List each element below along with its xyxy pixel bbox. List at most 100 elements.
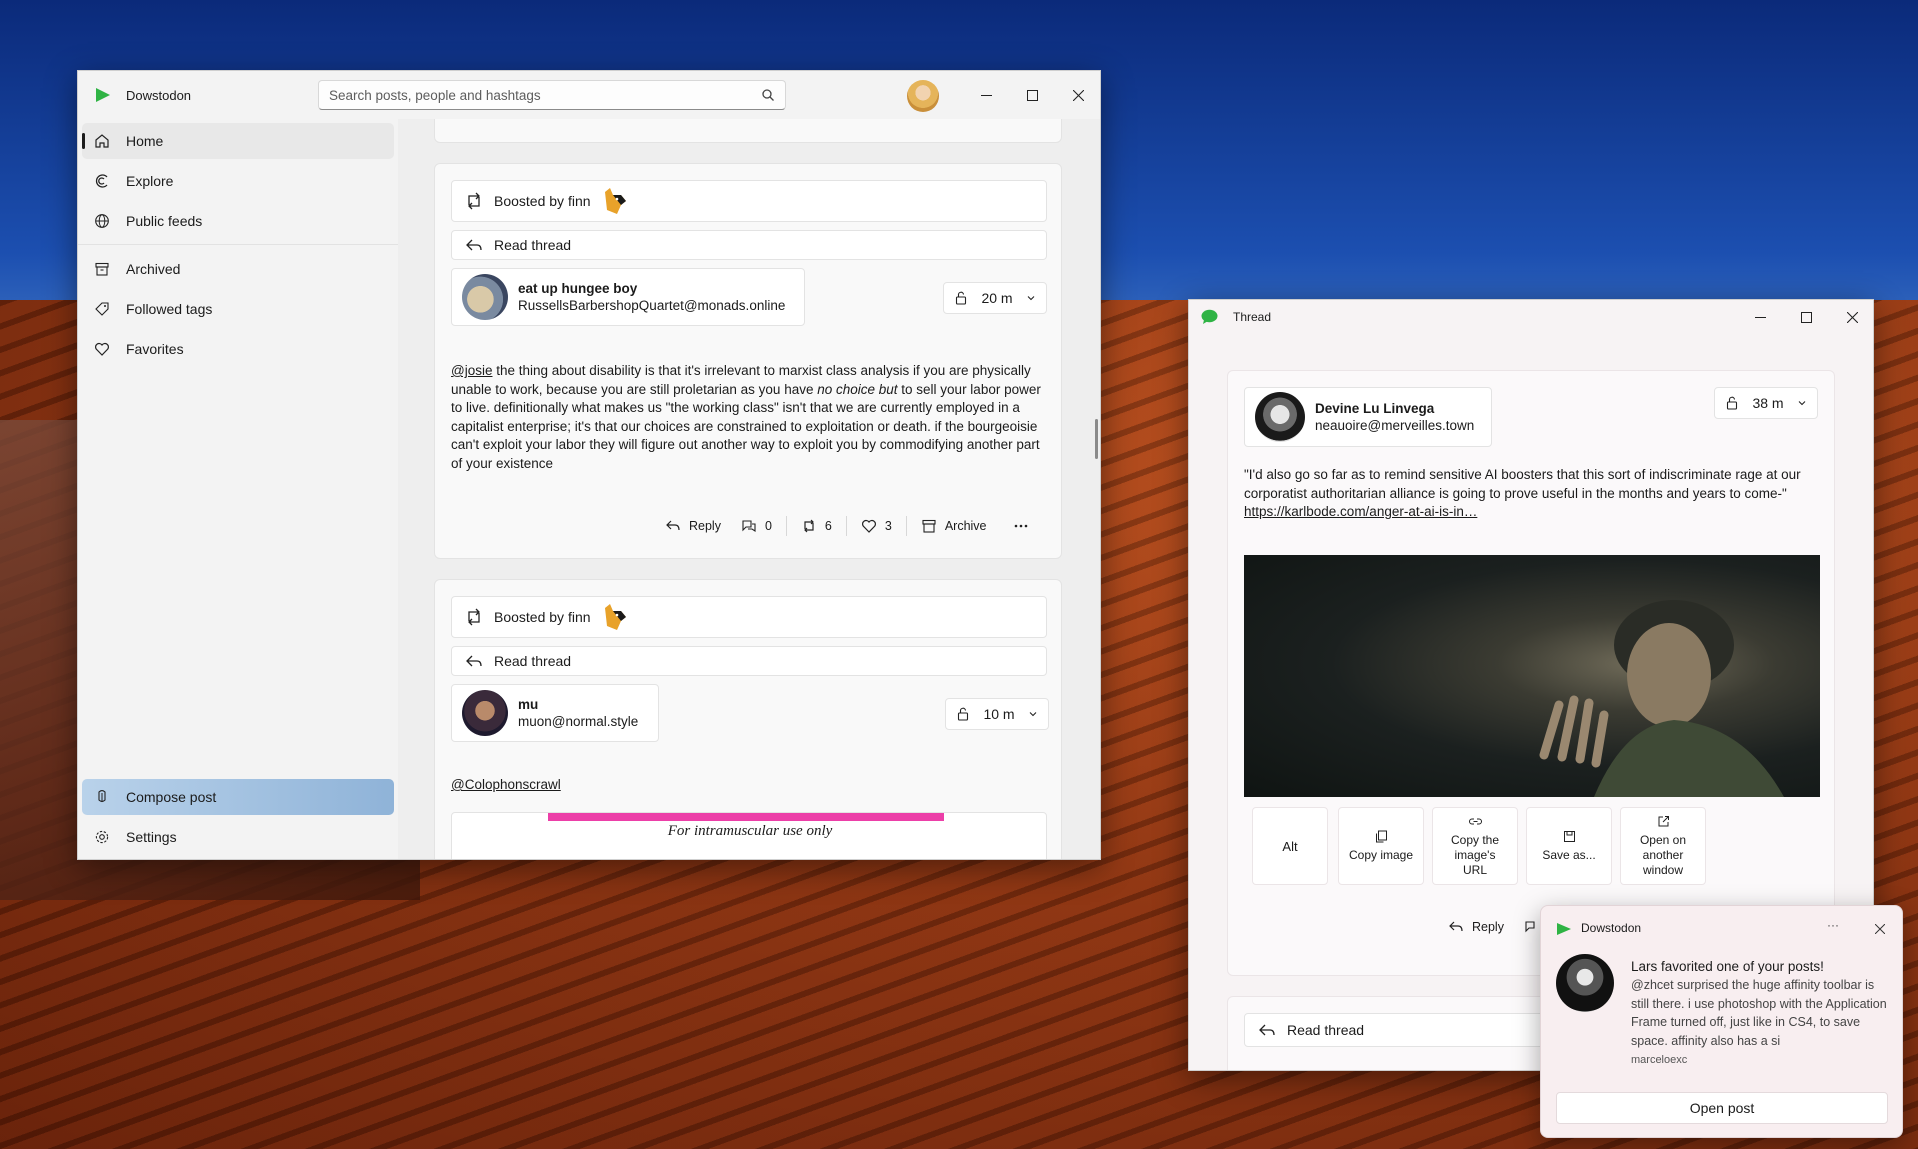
save-as-label: Save as... — [1542, 847, 1596, 862]
post-body: "I'd also go so far as to remind sensiti… — [1244, 466, 1820, 522]
boost-icon — [464, 607, 484, 627]
notification-toast[interactable]: Dowstodon ··· Lars favorited one of your… — [1540, 905, 1903, 1138]
reply-button[interactable]: Reply — [665, 518, 721, 534]
open-another-window-button[interactable]: Open on another window — [1620, 807, 1706, 885]
read-thread-label: Read thread — [1287, 1022, 1365, 1038]
reply-button[interactable]: Reply — [1448, 919, 1504, 935]
maximize-button[interactable] — [1783, 300, 1829, 334]
sidebar-item-home[interactable]: Home — [82, 123, 394, 159]
heart-icon — [94, 341, 110, 357]
quote-button[interactable]: 0 — [741, 518, 772, 534]
boosted-by-bar[interactable]: Boosted by finn — [451, 180, 1047, 222]
minimize-button[interactable] — [1737, 300, 1783, 334]
timeline[interactable]: Boosted by finn Read thread eat up hunge… — [398, 119, 1100, 859]
sidebar-item-label: Home — [126, 133, 164, 149]
copy-image-label: Copy image — [1348, 847, 1414, 862]
sidebar-item-followed-tags[interactable]: Followed tags — [82, 291, 394, 327]
sidebar-divider — [78, 244, 398, 245]
author-handle: muon@normal.style — [518, 714, 639, 729]
alt-text-button[interactable]: Alt — [1252, 807, 1328, 885]
settings-button[interactable]: Settings — [82, 819, 394, 855]
sidebar-item-label: Followed tags — [126, 301, 213, 317]
close-icon[interactable] — [1875, 924, 1885, 934]
mention-link[interactable]: @Colophonscrawl — [451, 777, 561, 792]
lock-open-icon — [955, 291, 967, 305]
favorite-button[interactable]: 3 — [861, 518, 892, 534]
sidebar-item-explore[interactable]: Explore — [82, 163, 394, 199]
lock-open-icon — [1726, 396, 1738, 410]
post-time-dropdown[interactable]: 38 m — [1714, 387, 1818, 419]
reply-arrow-icon — [464, 651, 484, 671]
boost-count: 6 — [824, 519, 832, 533]
archive-label: Archive — [944, 519, 987, 533]
post-media-image[interactable] — [1244, 555, 1820, 797]
post-author[interactable]: mu muon@normal.style — [451, 684, 659, 742]
sidebar-item-favorites[interactable]: Favorites — [82, 331, 394, 367]
reply-icon — [666, 520, 680, 531]
author-avatar — [462, 690, 508, 736]
read-thread-button[interactable]: Read thread — [451, 230, 1047, 260]
copy-url-button[interactable]: Copy the image's URL — [1432, 807, 1518, 885]
close-button[interactable] — [1055, 71, 1100, 119]
minimize-button[interactable] — [963, 71, 1009, 119]
boosted-by-bar[interactable]: Boosted by finn — [451, 596, 1047, 638]
more-options-button[interactable]: ··· — [1827, 918, 1839, 932]
image-caption: For intramuscular use only — [667, 823, 833, 839]
search-box[interactable] — [318, 80, 786, 110]
account-avatar[interactable] — [907, 80, 939, 112]
media-photo — [1539, 600, 1784, 797]
sidebar-item-public-feeds[interactable]: Public feeds — [82, 203, 394, 239]
reply-arrow-icon — [464, 235, 484, 255]
sidebar-item-label: Archived — [126, 261, 181, 277]
reply-label: Reply — [1472, 920, 1504, 934]
post-actions: Reply — [1428, 919, 1548, 935]
save-as-button[interactable]: Save as... — [1526, 807, 1612, 885]
more-options-button[interactable] — [1013, 518, 1037, 534]
maximize-icon — [1800, 311, 1812, 323]
boost-icon — [464, 191, 484, 211]
close-button[interactable] — [1829, 300, 1873, 334]
save-icon — [1563, 830, 1575, 842]
archive-button[interactable]: Archive — [921, 518, 987, 534]
chevron-down-icon — [1029, 712, 1037, 717]
quote-icon — [742, 520, 756, 533]
quote-icon — [1525, 921, 1535, 933]
compose-post-button[interactable]: Compose post — [82, 779, 394, 815]
compose-post-label: Compose post — [126, 789, 217, 805]
search-input[interactable] — [329, 87, 761, 103]
notification-avatar — [1556, 954, 1614, 1012]
minimize-icon — [980, 94, 992, 96]
author-avatar — [462, 274, 508, 320]
copy-image-button[interactable]: Copy image — [1338, 807, 1424, 885]
reply-icon — [1449, 921, 1463, 932]
copy-url-label: Copy the image's URL — [1450, 832, 1500, 877]
post-time-dropdown[interactable]: 10 m — [945, 698, 1049, 730]
post-author[interactable]: Devine Lu Linvega neauoire@merveilles.to… — [1244, 387, 1492, 447]
boost-icon — [804, 519, 814, 533]
read-thread-button[interactable]: Read thread — [451, 646, 1047, 676]
post-time-dropdown[interactable]: 20 m — [943, 282, 1047, 314]
open-window-label: Open on another window — [1639, 832, 1687, 877]
sidebar-item-archived[interactable]: Archived — [82, 251, 394, 287]
author-name: Devine Lu Linvega — [1315, 401, 1435, 416]
settings-label: Settings — [126, 829, 177, 845]
boost-button[interactable]: 6 — [801, 518, 832, 534]
post-text-emphasis: no choice but — [817, 381, 898, 397]
search-icon[interactable] — [761, 88, 775, 102]
post-body: @josie the thing about disability is tha… — [451, 362, 1047, 473]
post-image[interactable]: For intramuscular use only — [451, 812, 1047, 859]
reply-label: Reply — [689, 519, 721, 533]
maximize-button[interactable] — [1009, 71, 1055, 119]
author-name: mu — [518, 697, 539, 712]
post-link[interactable]: https://karlbode.com/anger-at-ai-is-in… — [1244, 504, 1477, 519]
post-card: Boosted by finn Read thread eat up hunge… — [434, 163, 1062, 559]
read-thread-button[interactable]: Read thread — [1244, 1013, 1544, 1047]
open-post-button[interactable]: Open post — [1556, 1092, 1888, 1124]
mention-link[interactable]: @josie — [451, 363, 492, 378]
sidebar-item-label: Public feeds — [126, 213, 203, 229]
compose-icon — [94, 789, 110, 805]
more-icon — [1014, 524, 1027, 528]
post-author[interactable]: eat up hungee boy RussellsBarbershopQuar… — [451, 268, 805, 326]
scrollbar[interactable] — [1095, 419, 1098, 459]
title-bar: Dowstodon — [78, 71, 1100, 119]
